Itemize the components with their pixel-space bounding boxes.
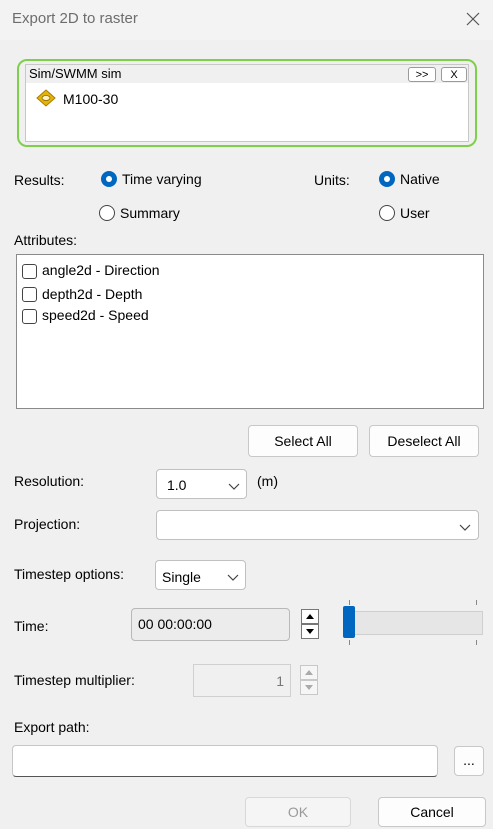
- ok-button[interactable]: OK: [245, 797, 351, 827]
- projection-dropdown[interactable]: [156, 510, 479, 540]
- timestep-multiplier-down-button[interactable]: [300, 680, 318, 695]
- sim-clear-button[interactable]: X: [441, 67, 467, 82]
- slider-tick-bottom-left: [349, 640, 350, 645]
- deselect-all-button[interactable]: Deselect All: [369, 425, 479, 457]
- attribute-label-depth2d[interactable]: depth2d - Depth: [42, 286, 142, 302]
- resolution-value: 1.0: [167, 477, 187, 493]
- resolution-dropdown[interactable]: 1.0: [156, 469, 247, 499]
- time-label: Time:: [14, 618, 49, 634]
- chevron-down-icon: [227, 574, 239, 581]
- attribute-label-speed2d[interactable]: speed2d - Speed: [42, 307, 149, 323]
- close-icon: [466, 12, 480, 26]
- time-slider-track[interactable]: [343, 611, 483, 635]
- sim-selector-label: Sim/SWMM sim: [29, 66, 122, 81]
- arrow-down-icon: [306, 629, 314, 634]
- resolution-label: Resolution:: [14, 473, 85, 489]
- cancel-button[interactable]: Cancel: [378, 797, 486, 827]
- chevron-down-icon: [459, 524, 471, 531]
- time-slider-thumb[interactable]: [343, 606, 355, 638]
- timestep-multiplier-label: Timestep multiplier:: [14, 672, 135, 688]
- time-down-button[interactable]: [301, 624, 319, 639]
- units-user-label[interactable]: User: [400, 205, 430, 221]
- arrow-up-icon: [305, 670, 313, 675]
- time-up-button[interactable]: [301, 609, 319, 624]
- select-all-button[interactable]: Select All: [248, 425, 358, 457]
- results-label: Results:: [14, 172, 65, 188]
- units-native-label[interactable]: Native: [400, 171, 440, 187]
- window-title: Export 2D to raster: [12, 10, 138, 27]
- export-path-label: Export path:: [14, 719, 90, 735]
- timestep-options-value: Single: [162, 569, 201, 585]
- attribute-checkbox-angle2d[interactable]: [22, 264, 37, 279]
- attribute-label-angle2d[interactable]: angle2d - Direction: [42, 262, 160, 278]
- time-value: 00 00:00:00: [138, 616, 212, 632]
- browse-button[interactable]: ...: [454, 746, 484, 776]
- sim-icon: [36, 89, 56, 107]
- slider-tick-top-right: [476, 600, 477, 605]
- timestep-options-dropdown[interactable]: Single: [155, 560, 246, 590]
- results-summary-label[interactable]: Summary: [120, 205, 180, 221]
- timestep-multiplier-field[interactable]: 1: [193, 664, 291, 697]
- arrow-up-icon: [306, 614, 314, 619]
- chevron-down-icon: [228, 483, 240, 490]
- timestep-multiplier-value: 1: [276, 673, 284, 689]
- arrow-down-icon: [305, 685, 313, 690]
- slider-tick-bottom-right: [476, 640, 477, 645]
- results-time-varying-radio[interactable]: [101, 171, 117, 187]
- sim-expand-button[interactable]: >>: [408, 67, 436, 82]
- close-button[interactable]: [458, 4, 488, 34]
- time-field[interactable]: 00 00:00:00: [131, 608, 290, 641]
- timestep-multiplier-up-button[interactable]: [300, 665, 318, 680]
- attributes-label: Attributes:: [14, 232, 78, 248]
- attribute-checkbox-depth2d[interactable]: [22, 287, 37, 302]
- slider-tick-top-left: [349, 600, 350, 605]
- export-path-input[interactable]: [12, 745, 438, 777]
- units-native-radio[interactable]: [379, 171, 395, 187]
- units-user-radio[interactable]: [379, 205, 395, 221]
- projection-label: Projection:: [14, 516, 81, 532]
- sim-item[interactable]: M100-30: [63, 91, 118, 107]
- resolution-unit: (m): [257, 473, 278, 489]
- timestep-options-label: Timestep options:: [14, 566, 124, 582]
- results-summary-radio[interactable]: [99, 205, 115, 221]
- attribute-checkbox-speed2d[interactable]: [22, 309, 37, 324]
- units-label: Units:: [314, 172, 350, 188]
- results-time-varying-label[interactable]: Time varying: [122, 171, 202, 187]
